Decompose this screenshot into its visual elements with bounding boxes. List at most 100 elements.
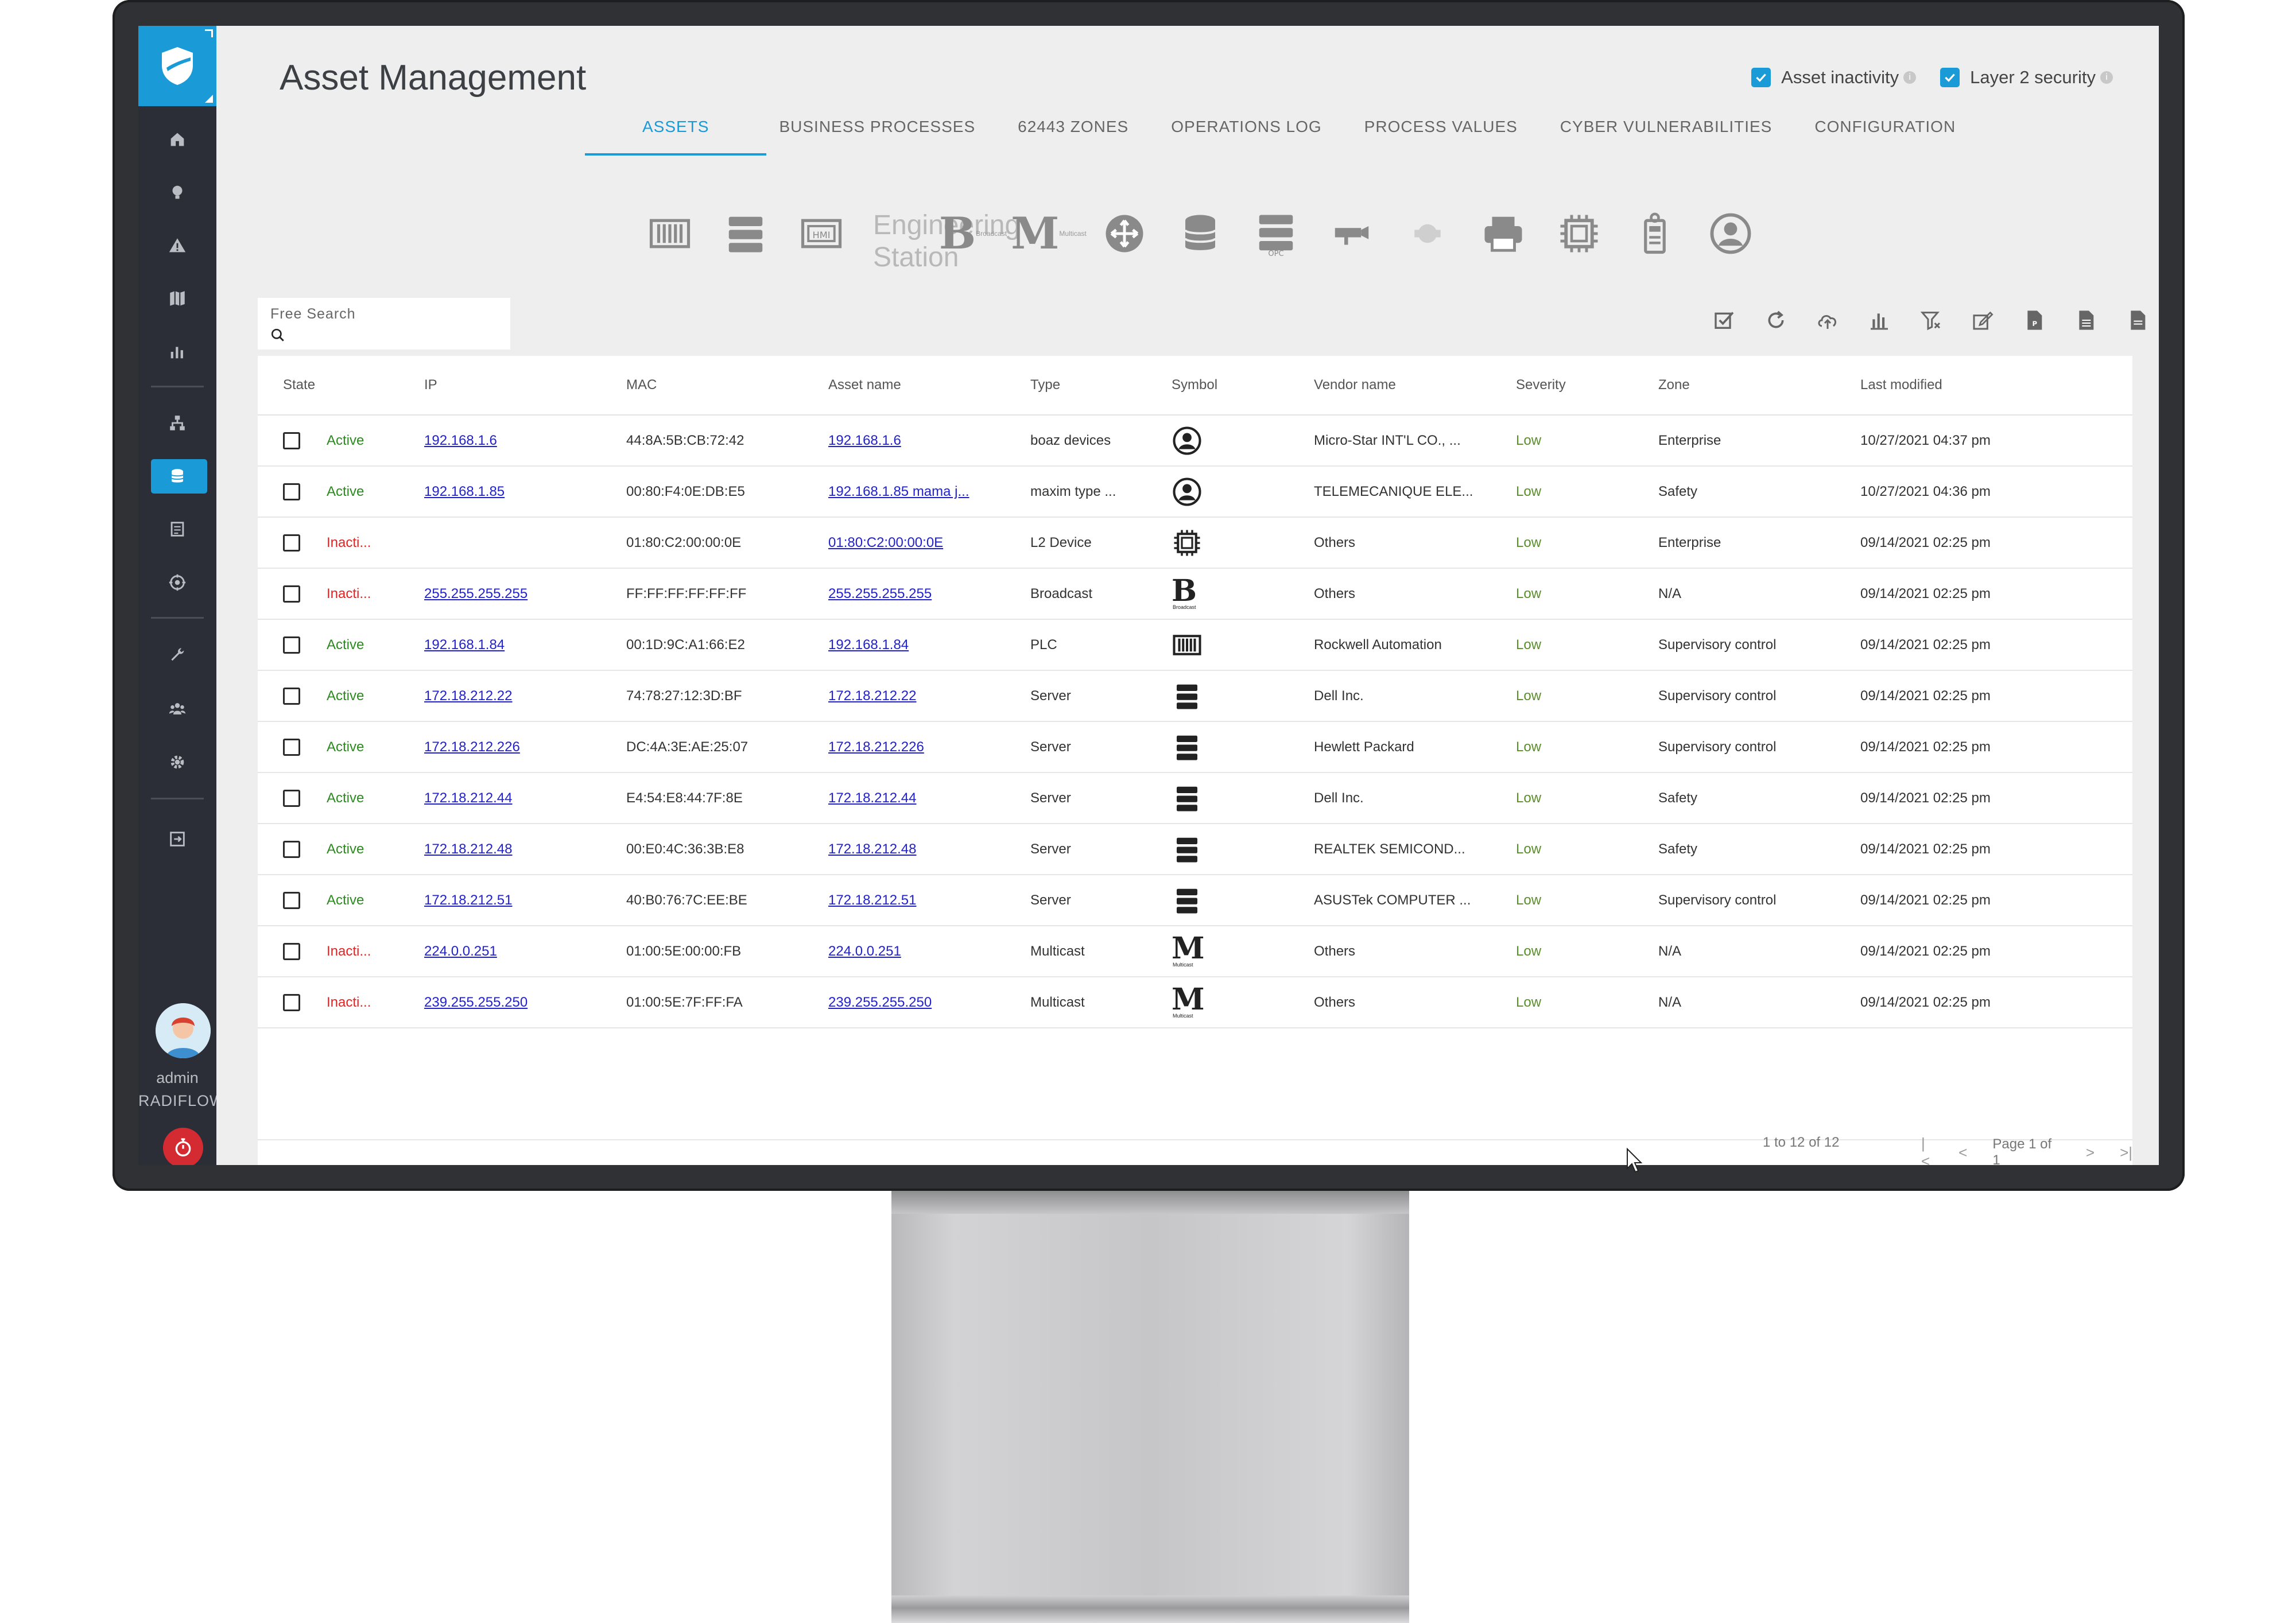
table-row[interactable]: Inacti... 224.0.0.251 01:00:5E:00:00:FB 224…	[258, 926, 2133, 977]
row-checkbox[interactable]	[283, 840, 300, 858]
nav-map[interactable]	[138, 278, 216, 319]
edit-button[interactable]	[1969, 307, 1996, 333]
logo[interactable]	[138, 26, 216, 106]
cell-asset-name-link[interactable]: 172.18.212.48	[828, 841, 916, 857]
header-vendor-name[interactable]: Vendor name	[1314, 356, 1517, 416]
cell-asset-name-link[interactable]: 172.18.212.226	[828, 739, 924, 755]
filter-button[interactable]	[1918, 307, 1944, 333]
export-pdf-button[interactable]: P	[2021, 307, 2047, 333]
header-last-modified[interactable]: Last modified	[1860, 356, 2133, 416]
nav-tools[interactable]	[138, 635, 216, 675]
cell-asset-name-link[interactable]: 172.18.212.44	[828, 790, 916, 806]
nav-users[interactable]	[138, 689, 216, 729]
type-filter-user[interactable]	[1707, 209, 1755, 258]
row-checkbox[interactable]	[283, 993, 300, 1011]
type-filter-camera[interactable]	[1328, 209, 1376, 258]
type-filter-multicast[interactable]: M Multicast	[1011, 209, 1086, 258]
cell-ip-link[interactable]: 192.168.1.84	[424, 637, 505, 653]
type-filter-broadcast[interactable]: B Broadcast	[939, 209, 1007, 258]
nav-settings[interactable]	[138, 742, 216, 782]
last-page-icon[interactable]: >|	[2120, 1144, 2132, 1162]
tab-process-values[interactable]: PROCESS VALUES	[1364, 118, 1518, 156]
nav-reports[interactable]	[138, 332, 216, 372]
checkbox-checked[interactable]	[1751, 68, 1771, 87]
header-severity[interactable]: Severity	[1516, 356, 1659, 416]
table-row[interactable]: Inacti... 239.255.255.250 01:00:5E:7F:FF:F…	[258, 977, 2133, 1028]
header-mac[interactable]: MAC	[626, 356, 829, 416]
cell-asset-name-link[interactable]: 192.168.1.85 mama j...	[828, 484, 969, 499]
header-asset-name[interactable]: Asset name	[828, 356, 1031, 416]
cell-ip-link[interactable]: 239.255.255.250	[424, 995, 528, 1010]
toggle-layer2-security[interactable]: Layer 2 security i	[1940, 67, 2113, 88]
session-timer[interactable]	[163, 1128, 203, 1165]
type-filter-historian[interactable]	[1176, 209, 1224, 258]
type-filter-opc[interactable]: OPC	[1252, 209, 1300, 258]
row-checkbox[interactable]	[283, 942, 300, 960]
row-checkbox[interactable]	[283, 636, 300, 654]
export-report-button[interactable]	[2124, 307, 2151, 333]
next-page-icon[interactable]: >	[2086, 1144, 2095, 1162]
nav-alerts[interactable]	[138, 226, 216, 266]
statistics-button[interactable]	[1866, 307, 1892, 333]
info-icon[interactable]: i	[2100, 71, 2113, 84]
nav-logout[interactable]	[138, 819, 216, 859]
row-checkbox[interactable]	[283, 687, 300, 705]
nav-target[interactable]	[138, 562, 216, 603]
table-row[interactable]: Active 172.18.212.226 DC:4A:3E:AE:25:07 172…	[258, 721, 2133, 773]
avatar[interactable]	[156, 1003, 211, 1058]
cell-ip-link[interactable]: 192.168.1.85	[424, 484, 505, 499]
nav-topology[interactable]	[138, 403, 216, 443]
refresh-button[interactable]	[1763, 307, 1789, 333]
cell-asset-name-link[interactable]: 192.168.1.6	[828, 433, 901, 448]
table-row[interactable]: Active 192.168.1.6 44:8A:5B:CB:72:42 192.16…	[258, 415, 2133, 467]
table-row[interactable]: Inacti... 255.255.255.255 FF:FF:FF:FF:FF:F…	[258, 568, 2133, 620]
nav-insights[interactable]	[138, 172, 216, 212]
row-checkbox[interactable]	[283, 789, 300, 807]
table-row[interactable]: Active 172.18.212.51 40:B0:76:7C:EE:BE 172.…	[258, 875, 2133, 926]
type-filter-l2-device[interactable]	[1555, 209, 1603, 258]
tab-62443-zones[interactable]: 62443 ZONES	[1018, 118, 1128, 156]
header-type[interactable]: Type	[1030, 356, 1172, 416]
nav-assets[interactable]	[138, 456, 216, 496]
cell-ip-link[interactable]: 172.18.212.51	[424, 892, 512, 908]
cell-asset-name-link[interactable]: 255.255.255.255	[828, 586, 932, 601]
search-input[interactable]	[291, 327, 500, 345]
nav-logs[interactable]	[138, 509, 216, 549]
select-all-button[interactable]	[1711, 307, 1737, 333]
tab-business-processes[interactable]: BUSINESS PROCESSES	[779, 118, 975, 156]
cell-ip-link[interactable]: 255.255.255.255	[424, 586, 528, 601]
table-row[interactable]: Active 192.168.1.84 00:1D:9C:A1:66:E2 192.1…	[258, 619, 2133, 671]
toggle-asset-inactivity[interactable]: Asset inactivity i	[1751, 67, 1917, 88]
cell-asset-name-link[interactable]: 172.18.212.22	[828, 688, 916, 704]
cell-asset-name-link[interactable]: 01:80:C2:00:00:0E	[828, 535, 943, 550]
type-filter-hmi[interactable]: HMI	[797, 209, 846, 258]
tab-operations-log[interactable]: OPERATIONS LOG	[1171, 118, 1321, 156]
cell-ip-link[interactable]: 224.0.0.251	[424, 943, 497, 959]
tab-assets[interactable]: ASSETS	[585, 118, 767, 156]
header-state[interactable]: State	[258, 356, 425, 416]
row-checkbox[interactable]	[283, 432, 300, 449]
type-filter-rtu[interactable]	[1631, 209, 1679, 258]
cell-ip-link[interactable]: 172.18.212.22	[424, 688, 512, 704]
type-filter-router[interactable]	[1100, 209, 1149, 258]
table-row[interactable]: Active 172.18.212.44 E4:54:E8:44:7F:8E 172.…	[258, 772, 2133, 824]
prev-page-icon[interactable]: <	[1958, 1144, 1967, 1162]
checkbox-checked[interactable]	[1940, 68, 1960, 87]
tab-cyber-vulnerabilities[interactable]: CYBER VULNERABILITIES	[1560, 118, 1773, 156]
upload-button[interactable]	[1814, 307, 1841, 333]
row-checkbox[interactable]	[283, 483, 300, 500]
type-filter-robot[interactable]	[1403, 209, 1452, 258]
cell-ip-link[interactable]: 172.18.212.48	[424, 841, 512, 857]
row-checkbox[interactable]	[283, 585, 300, 603]
header-symbol[interactable]: Symbol	[1172, 356, 1314, 416]
row-checkbox[interactable]	[283, 534, 300, 552]
info-icon[interactable]: i	[1903, 71, 1917, 84]
table-row[interactable]: Active 192.168.1.85 00:80:F4:0E:DB:E5 192.1…	[258, 466, 2133, 518]
export-csv-button[interactable]	[2073, 307, 2099, 333]
nav-home[interactable]	[138, 119, 216, 160]
type-filter-printer[interactable]	[1479, 209, 1527, 258]
header-ip[interactable]: IP	[424, 356, 627, 416]
cell-ip-link[interactable]: 172.18.212.226	[424, 739, 520, 755]
header-zone[interactable]: Zone	[1658, 356, 1861, 416]
cell-ip-link[interactable]: 172.18.212.44	[424, 790, 512, 806]
